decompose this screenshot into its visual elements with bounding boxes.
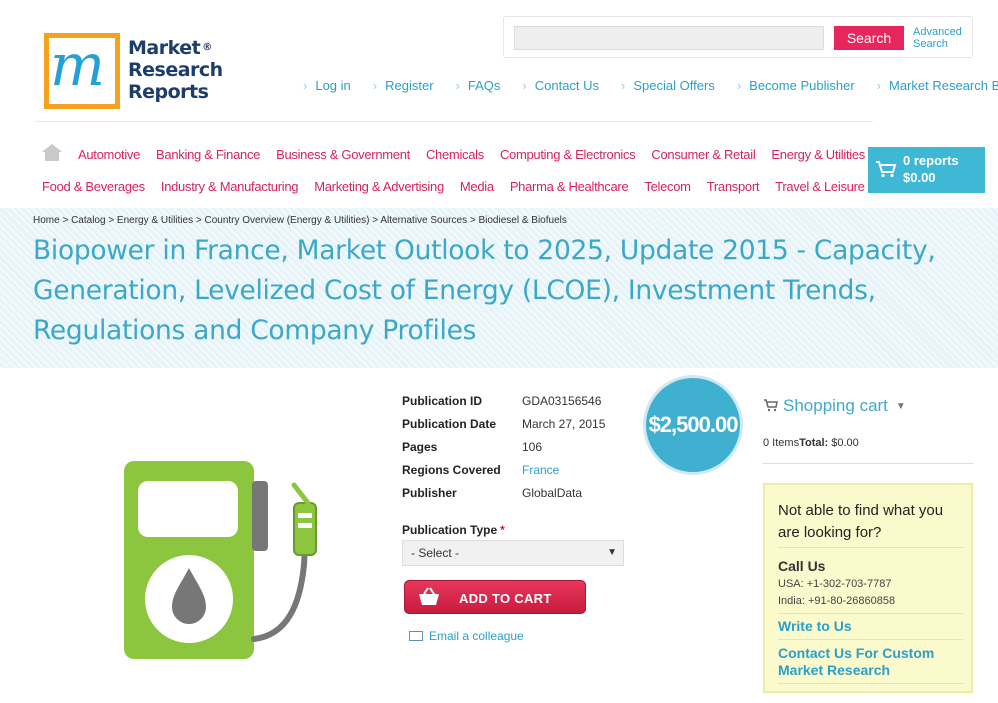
help-divider — [778, 683, 963, 684]
india-phone: India: +91-80-26860858 — [778, 595, 896, 607]
category-consumer-retail[interactable]: Consumer & Retail — [651, 147, 755, 162]
category-travel-leisure[interactable]: Travel & Leisure — [775, 179, 865, 194]
cart-amount: $0.00 — [903, 170, 936, 185]
chevron-down-icon: ▼ — [895, 401, 906, 412]
cart-total-value: $0.00 — [831, 437, 859, 449]
category-energy-utilities[interactable]: Energy & Utilities — [771, 147, 865, 162]
publisher-label: Publisher — [402, 486, 457, 500]
category-chemicals[interactable]: Chemicals — [426, 147, 484, 162]
publication-id-label: Publication ID — [402, 394, 483, 408]
publication-date-value: March 27, 2015 — [522, 417, 606, 431]
logo-letter: m — [50, 31, 105, 99]
shopping-cart-toggle[interactable]: Shopping cart ▼ — [763, 396, 906, 416]
category-nav-row-2: Food & Beverages Industry & Manufacturin… — [42, 179, 881, 194]
cart-icon — [876, 161, 897, 178]
basket-icon — [419, 587, 439, 605]
category-business-government[interactable]: Business & Government — [276, 147, 410, 162]
category-transport[interactable]: Transport — [707, 179, 760, 194]
category-nav-row-1: Automotive Banking & Finance Business & … — [78, 147, 881, 162]
top-nav: Log in Register FAQs Contact Us Special … — [303, 78, 998, 93]
usa-phone: USA: +1-302-703-7787 — [778, 578, 892, 590]
email-colleague-text: Email a colleague — [429, 629, 524, 643]
register-link[interactable]: Register — [373, 78, 433, 93]
category-banking-finance[interactable]: Banking & Finance — [156, 147, 260, 162]
breadcrumb[interactable]: Home > Catalog > Energy & Utilities > Co… — [33, 215, 567, 226]
publication-type-select[interactable]: - Select - ▼ — [402, 540, 624, 566]
blog-link[interactable]: Market Research Blog — [877, 78, 998, 93]
home-icon[interactable] — [42, 144, 62, 162]
logo-text: Market ® Research Reports — [128, 37, 223, 103]
contact-us-link[interactable]: Contact Us — [522, 78, 599, 93]
logo-line-3: Reports — [128, 81, 209, 103]
login-link[interactable]: Log in — [303, 78, 350, 93]
category-industry-manufacturing[interactable]: Industry & Manufacturing — [161, 179, 299, 194]
publication-id-value: GDA03156546 — [522, 394, 602, 408]
logo-mark: m — [44, 33, 120, 109]
logo-registered: ® — [202, 42, 212, 53]
advanced-search-link[interactable]: Advanced Search — [913, 26, 973, 50]
header-cart-summary[interactable]: 0 reports $0.00 — [868, 147, 985, 193]
logo-line-1: Market — [128, 37, 201, 59]
search-box: Search Advanced Search — [503, 16, 973, 58]
add-to-cart-label: ADD TO CART — [459, 591, 552, 606]
category-automotive[interactable]: Automotive — [78, 147, 140, 162]
category-marketing-advertising[interactable]: Marketing & Advertising — [314, 179, 444, 194]
search-input[interactable] — [514, 26, 824, 50]
site-logo[interactable]: m Market ® Research Reports — [44, 33, 223, 113]
page-title: Biopower in France, Market Outlook to 20… — [33, 235, 936, 346]
region-france-link[interactable]: France — [522, 463, 559, 477]
category-pharma-healthcare[interactable]: Pharma & Healthcare — [510, 179, 629, 194]
help-divider — [778, 639, 963, 640]
category-computing-electronics[interactable]: Computing & Electronics — [500, 147, 636, 162]
publication-type-label: Publication Type * — [402, 523, 505, 537]
envelope-icon — [409, 631, 423, 641]
call-us-heading: Call Us — [778, 558, 826, 574]
pages-value: 106 — [522, 440, 543, 454]
email-colleague-link[interactable]: Email a colleague — [409, 629, 524, 643]
category-media[interactable]: Media — [460, 179, 494, 194]
write-to-us-link[interactable]: Write to Us — [778, 618, 968, 635]
custom-research-link[interactable]: Contact Us For Custom Market Research — [778, 645, 968, 679]
add-to-cart-button[interactable]: ADD TO CART — [404, 580, 586, 614]
help-divider — [778, 613, 963, 614]
search-button[interactable]: Search — [834, 26, 904, 50]
pages-label: Pages — [402, 440, 438, 454]
special-offers-link[interactable]: Special Offers — [621, 78, 714, 93]
become-publisher-link[interactable]: Become Publisher — [737, 78, 855, 93]
help-divider — [778, 547, 963, 548]
publication-date-label: Publication Date — [402, 417, 497, 431]
regions-label: Regions Covered — [402, 463, 501, 477]
cart-item-count: 0 Items — [763, 437, 800, 449]
header-divider — [35, 121, 873, 122]
cart-totals: 0 ItemsTotal: $0.00 — [763, 437, 859, 449]
required-marker: * — [500, 523, 505, 537]
logo-line-2: Research — [128, 59, 223, 81]
help-box: Not able to find what you are looking fo… — [763, 483, 973, 693]
faqs-link[interactable]: FAQs — [456, 78, 501, 93]
dropdown-arrow-icon: ▼ — [607, 547, 617, 558]
publication-type-text: Publication Type — [402, 523, 498, 537]
publication-type-selected: - Select - — [411, 546, 460, 560]
publisher-value: GlobalData — [522, 486, 583, 500]
shopping-cart-title: Shopping cart — [783, 396, 888, 415]
price-badge: $2,500.00 — [643, 375, 743, 475]
cart-icon — [764, 399, 778, 412]
fuel-pump-illustration — [124, 461, 317, 659]
cart-total-label: Total: — [799, 437, 829, 449]
category-telecom[interactable]: Telecom — [644, 179, 691, 194]
help-question: Not able to find what you are looking fo… — [778, 502, 944, 541]
sidebar-divider — [763, 463, 973, 464]
category-food-beverages[interactable]: Food & Beverages — [42, 179, 145, 194]
cart-report-count: 0 reports — [903, 153, 959, 168]
